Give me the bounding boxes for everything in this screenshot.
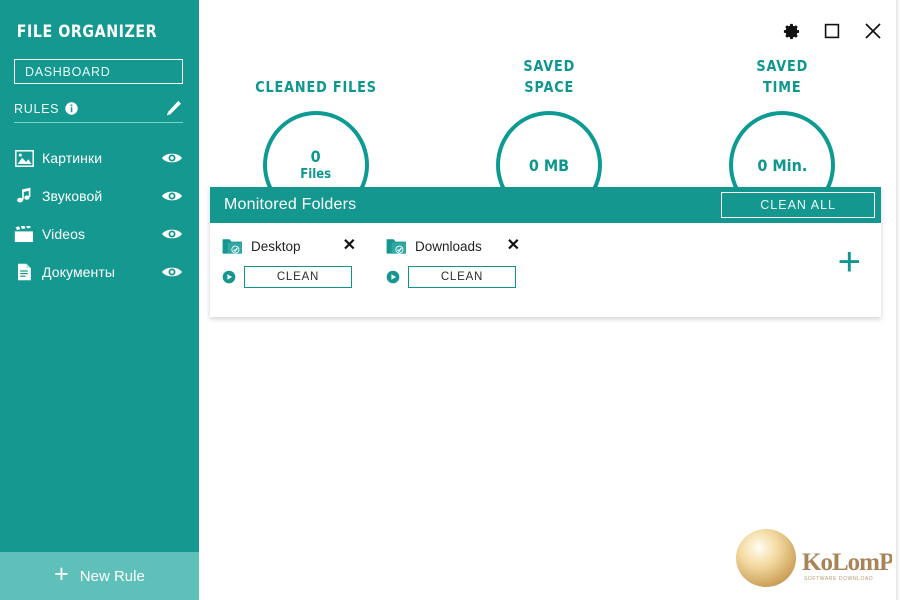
- plus-icon: +: [54, 560, 69, 588]
- monitored-folders-title: Monitored Folders: [224, 196, 357, 213]
- folder-item-name: Desktop: [251, 238, 301, 254]
- eye-icon[interactable]: [161, 150, 183, 166]
- main-content: CLEANED FILES 0 Files SAVED SPACE 0 MB S…: [199, 0, 900, 600]
- sidebar-item-dashboard-label: DASHBOARD: [25, 65, 111, 79]
- stat-saved-space-title-line1: SAVED: [523, 57, 575, 75]
- folder-item-header: Desktop ✕: [222, 235, 362, 257]
- eye-icon[interactable]: [161, 264, 183, 280]
- clean-all-button[interactable]: CLEAN ALL: [721, 192, 875, 218]
- new-rule-label: New Rule: [79, 567, 145, 585]
- folder-item: Desktop ✕ CLEAN: [222, 235, 362, 288]
- sidebar-section-rules[interactable]: RULES: [14, 95, 183, 123]
- image-icon: [14, 148, 34, 168]
- maximize-icon[interactable]: [821, 20, 843, 42]
- eye-icon[interactable]: [161, 188, 183, 204]
- sidebar-item-videos[interactable]: Videos: [0, 215, 199, 253]
- sidebar-item-images[interactable]: Картинки: [0, 139, 199, 177]
- sidebar-rule-list: Картинки Звуковой Videos Документы: [0, 139, 199, 291]
- folder-item-header: Downloads ✕: [386, 235, 526, 257]
- info-icon[interactable]: [65, 102, 78, 115]
- stat-saved-space-value: 0 MB: [528, 155, 570, 175]
- stat-saved-space-title-line2: SPACE: [524, 78, 574, 96]
- folder-item: Downloads ✕ CLEAN: [386, 235, 526, 288]
- add-folder-button[interactable]: +: [838, 242, 861, 282]
- folder-item-actions: CLEAN: [386, 266, 526, 288]
- window-controls: [780, 20, 884, 42]
- monitored-folders-list: Desktop ✕ CLEAN Downloads ✕ CLEAN +: [210, 223, 881, 317]
- stat-saved-time-value: 0 Min.: [757, 155, 808, 175]
- stat-cleaned-files-value: 0: [310, 147, 321, 166]
- stat-cleaned-files-unit: Files: [300, 167, 332, 182]
- pencil-icon[interactable]: [163, 99, 183, 119]
- stat-saved-time-title-line1: SAVED: [756, 57, 809, 75]
- stat-saved-time-title-line2: TIME: [763, 78, 802, 96]
- close-icon[interactable]: ✕: [343, 238, 362, 254]
- application-window: FILE ORGANIZER DASHBOARD RULES Картинки …: [0, 0, 900, 600]
- play-icon[interactable]: [386, 270, 400, 284]
- stat-saved-time-title: SAVED TIME: [756, 56, 808, 98]
- sidebar-item-dashboard[interactable]: DASHBOARD: [14, 59, 183, 84]
- video-icon: [14, 224, 34, 244]
- stat-cleaned-files-title: CLEANED FILES: [254, 78, 377, 96]
- clean-folder-button[interactable]: CLEAN: [408, 266, 516, 288]
- play-icon[interactable]: [222, 270, 236, 284]
- svg-text:KoLomPC: KoLomPC: [802, 549, 892, 576]
- eye-icon[interactable]: [161, 226, 183, 242]
- sidebar-item-documents-label: Документы: [42, 264, 116, 280]
- document-icon: [14, 262, 34, 282]
- folder-item-name: Downloads: [415, 238, 482, 254]
- folder-check-icon: [222, 237, 243, 256]
- folder-item-actions: CLEAN: [222, 266, 362, 288]
- app-title: FILE ORGANIZER: [16, 22, 158, 42]
- music-icon: [14, 186, 34, 206]
- svg-text:SOFTWARE DOWNLOAD: SOFTWARE DOWNLOAD: [804, 576, 873, 582]
- sidebar-item-images-label: Картинки: [42, 150, 103, 166]
- close-icon[interactable]: ✕: [507, 238, 526, 254]
- sidebar-item-videos-label: Videos: [42, 226, 86, 242]
- clean-folder-button[interactable]: CLEAN: [244, 266, 352, 288]
- sidebar-item-documents[interactable]: Документы: [0, 253, 199, 291]
- stat-saved-space-title: SAVED SPACE: [523, 56, 575, 98]
- gear-icon[interactable]: [780, 20, 802, 42]
- monitored-folders-panel: Monitored Folders CLEAN ALL Desktop ✕ CL…: [210, 187, 881, 317]
- sidebar-section-rules-label: RULES: [14, 101, 60, 116]
- sidebar: FILE ORGANIZER DASHBOARD RULES Картинки …: [0, 0, 199, 600]
- folder-check-icon: [386, 237, 407, 256]
- close-icon[interactable]: [862, 20, 884, 42]
- watermark: KoLomPC SOFTWARE DOWNLOAD: [732, 526, 900, 592]
- monitored-folders-header: Monitored Folders CLEAN ALL: [210, 187, 881, 223]
- sidebar-item-audio-label: Звуковой: [42, 188, 103, 204]
- new-rule-button[interactable]: + New Rule: [0, 552, 199, 600]
- sidebar-item-audio[interactable]: Звуковой: [0, 177, 199, 215]
